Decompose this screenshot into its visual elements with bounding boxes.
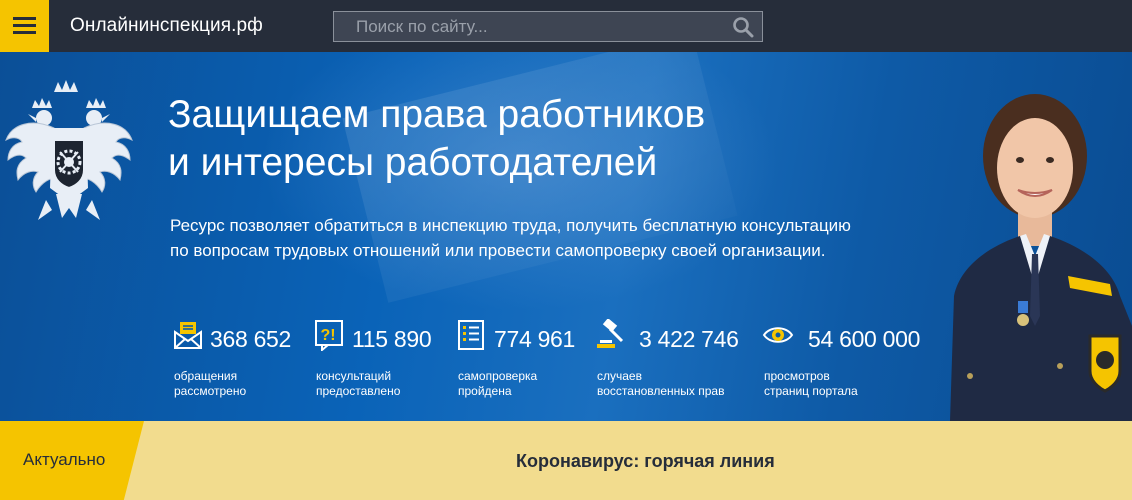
stat-consultations[interactable]: ?! 115 890 консультаций предоставлено (314, 319, 444, 409)
search-button[interactable] (732, 16, 754, 38)
stat-self-checks[interactable]: 774 961 самопроверка пройдена (456, 319, 586, 409)
stat-label-line: обращения (174, 369, 238, 383)
stat-label-line: случаев (597, 369, 642, 383)
search-box (333, 11, 763, 42)
stat-label-line: рассмотрено (174, 384, 247, 398)
stat-label-line: восстановленных прав (597, 384, 725, 398)
stat-label-line: пройдена (458, 384, 512, 398)
hero-description-line: по вопросам трудовых отношений или прове… (170, 241, 826, 260)
checklist-icon (458, 320, 484, 350)
double-headed-eagle-emblem-icon (5, 80, 133, 220)
svg-text:?!: ?! (321, 327, 336, 344)
stat-label: случаев восстановленных прав (597, 369, 724, 399)
stat-label: консультаций предоставлено (316, 369, 400, 399)
hero-headline-line: и интересы работодателей (168, 141, 658, 184)
stat-value: 54 600 000 (808, 326, 921, 352)
stat-appeals[interactable]: 368 652 обращения рассмотрено (172, 319, 302, 409)
stat-label: обращения рассмотрено (174, 369, 246, 399)
stat-label-line: страниц портала (764, 384, 858, 398)
hamburger-line (13, 31, 36, 34)
stat-value: 3 422 746 (639, 326, 739, 352)
hamburger-line (13, 17, 36, 20)
hamburger-line (13, 24, 36, 27)
hero-headline-line: Защищаем права работников (168, 93, 706, 136)
search-icon (733, 17, 754, 38)
news-headline-link[interactable]: Коронавирус: горячая линия (516, 451, 775, 472)
stat-label: самопроверка пройдена (458, 369, 537, 399)
stat-label-line: консультаций (316, 369, 392, 383)
stat-label-line: предоставлено (316, 384, 401, 398)
news-tab-current[interactable]: Актуально (0, 421, 144, 500)
stat-value: 774 961 (494, 326, 576, 352)
hero-banner: Защищаем права работников и интересы раб… (0, 52, 1132, 421)
hero-headline: Защищаем права работников и интересы раб… (168, 91, 888, 187)
envelope-icon (174, 322, 202, 349)
hero-description: Ресурс позволяет обратиться в инспекцию … (170, 213, 930, 263)
top-bar: Онлайнинспекция.рф (0, 0, 1132, 52)
stat-label-line: самопроверка (458, 369, 538, 383)
consultation-icon: ?! (315, 320, 343, 351)
search-input[interactable] (334, 12, 729, 41)
stat-label: просмотров страниц портала (764, 369, 858, 399)
hero-description-line: Ресурс позволяет обратиться в инспекцию … (170, 216, 851, 235)
news-tab-label: Актуально (23, 450, 106, 469)
gavel-icon (597, 319, 624, 348)
stat-value: 368 652 (210, 326, 292, 352)
labor-inspector-photo (950, 94, 1132, 421)
stat-label-line: просмотров (764, 369, 830, 383)
eye-icon (762, 327, 794, 343)
news-bar: Актуально Коронавирус: горячая линия (0, 421, 1132, 500)
menu-button[interactable] (0, 0, 49, 52)
stat-restored-rights[interactable]: 3 422 746 случаев восстановленных прав (595, 319, 745, 409)
stat-page-views[interactable]: 54 600 000 просмотров страниц портала (762, 319, 922, 409)
stat-value: 115 890 (352, 326, 432, 352)
site-title-link[interactable]: Онлайнинспекция.рф (70, 15, 263, 37)
